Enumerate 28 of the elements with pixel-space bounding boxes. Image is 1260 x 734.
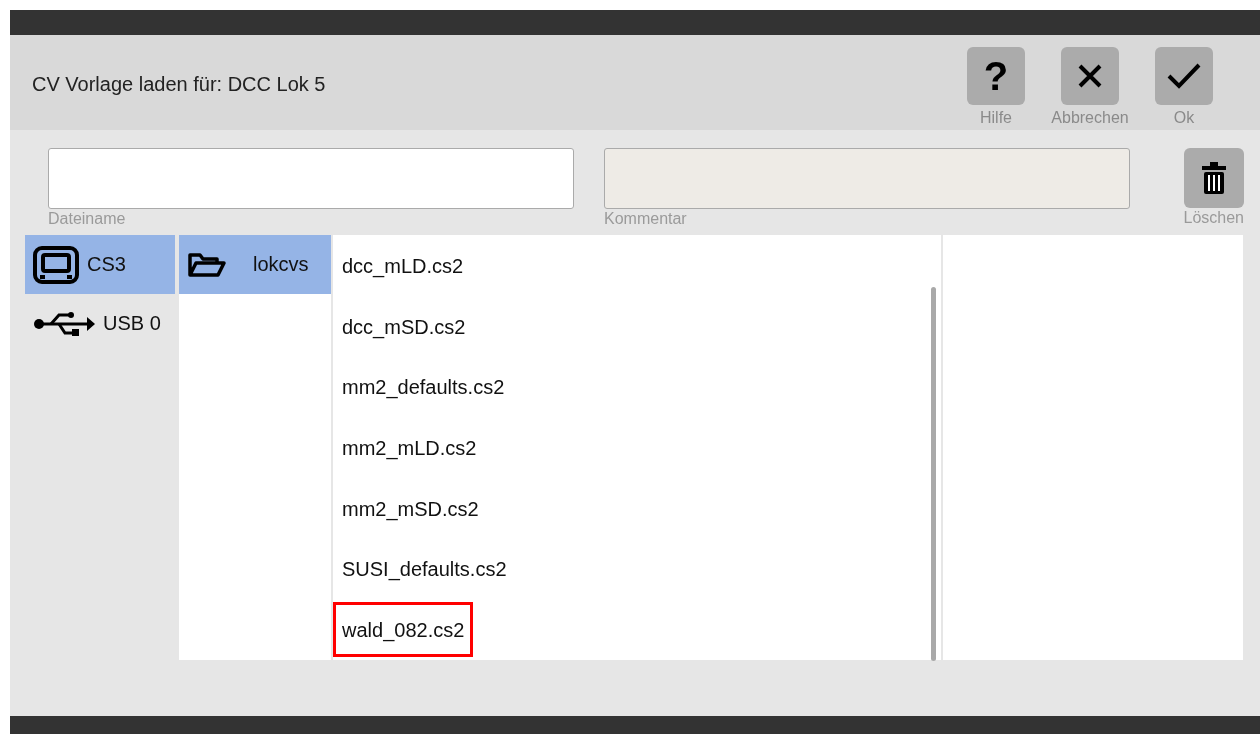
folder-item[interactable]: lokcvs [179,235,331,294]
checkmark-icon [1166,61,1202,91]
delete-button[interactable] [1183,148,1244,208]
ok-button[interactable] [1155,47,1213,105]
file-item[interactable]: dcc_mSD.cs2 [333,298,475,354]
field-caption: Dateiname [48,210,127,228]
button-caption: Hilfe [980,109,1012,127]
button-caption: Ok [1173,109,1195,127]
dialog-title: CV Vorlage laden für: DCC Lok 5 [32,73,327,96]
button-caption: Löschen [1183,209,1244,227]
field-caption: Kommentar [604,210,688,228]
cancel-button[interactable] [1061,47,1119,105]
file-item[interactable]: SUSI_defaults.cs2 [333,541,516,597]
button-caption: Abbrechen [1051,109,1129,127]
file-item[interactable]: mm2_mSD.cs2 [333,480,488,536]
usb-icon [33,311,95,336]
help-button[interactable]: ? [967,47,1025,105]
file-item[interactable]: mm2_defaults.cs2 [333,359,514,415]
file-item[interactable]: dcc_mLD.cs2 [333,237,473,293]
file-item[interactable]: mm2_mLD.cs2 [333,420,486,475]
device-item[interactable]: CS3 [25,235,175,294]
monitor-icon [33,245,79,284]
folder-icon [187,251,227,278]
file-item[interactable]: wald_082.cs2 [333,602,474,658]
scrollbar[interactable] [931,287,936,661]
device-item[interactable]: USB 0 [25,294,175,353]
trash-icon [1200,162,1227,194]
filename-field[interactable] [48,148,574,209]
